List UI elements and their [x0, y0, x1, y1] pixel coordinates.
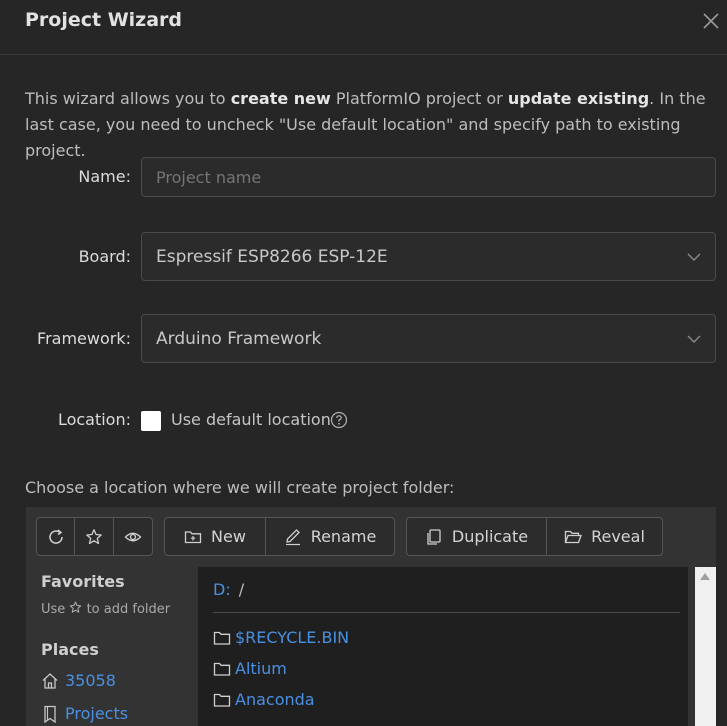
- framework-value: Arduino Framework: [156, 328, 322, 349]
- scrollbar[interactable]: [695, 567, 716, 726]
- duplicate-button[interactable]: Duplicate: [407, 518, 547, 555]
- breadcrumb-drive[interactable]: D:: [213, 580, 231, 599]
- scroll-up-arrow-icon[interactable]: [700, 573, 710, 580]
- bookmark-icon: [44, 705, 56, 723]
- refresh-button[interactable]: [37, 518, 75, 555]
- dialog-header: Project Wizard: [0, 0, 727, 55]
- eye-icon: [124, 532, 142, 541]
- description-text-1: This wizard allows you to: [25, 89, 231, 108]
- dialog-title: Project Wizard: [25, 9, 183, 31]
- place-label: 35058: [65, 671, 116, 690]
- name-input[interactable]: [156, 167, 715, 187]
- list-item[interactable]: Altium: [213, 659, 287, 678]
- name-label: Name:: [78, 167, 131, 186]
- description-bold-2: update existing: [507, 89, 650, 108]
- help-icon[interactable]: [330, 411, 348, 429]
- home-icon: [42, 672, 58, 689]
- file-list: D: / $RECYCLE.BIN Altium Anaconda: [198, 567, 688, 726]
- view-button-group: [36, 517, 153, 556]
- open-folder-icon: [564, 530, 583, 543]
- refresh-icon: [48, 528, 63, 544]
- framework-select[interactable]: Arduino Framework: [141, 314, 716, 363]
- duplicate-icon: [427, 528, 441, 545]
- default-location-label[interactable]: Use default location: [171, 410, 331, 429]
- place-label: Projects: [65, 704, 129, 723]
- favorites-hint: Use to add folder: [41, 601, 171, 617]
- new-folder-button[interactable]: New: [165, 518, 266, 555]
- default-location-checkbox[interactable]: [141, 411, 161, 431]
- description-bold-1: create new: [230, 89, 331, 108]
- pencil-icon: [285, 528, 300, 545]
- board-value: Espressif ESP8266 ESP-12E: [156, 246, 388, 267]
- chevron-down-icon: [687, 253, 701, 261]
- breadcrumb-separator: /: [238, 580, 245, 599]
- edit-button-group: New Rename: [164, 517, 395, 556]
- place-item-home[interactable]: 35058: [41, 671, 116, 690]
- board-select[interactable]: Espressif ESP8266 ESP-12E: [141, 232, 716, 281]
- folder-icon: [213, 662, 231, 676]
- folder-icon: [213, 631, 231, 645]
- location-label: Location:: [57, 410, 131, 429]
- favorite-button[interactable]: [75, 518, 114, 555]
- list-item[interactable]: $RECYCLE.BIN: [213, 628, 349, 647]
- name-field-wrapper: [141, 157, 716, 197]
- place-item-projects[interactable]: Projects: [41, 704, 128, 723]
- duplicate-label: Duplicate: [451, 527, 529, 546]
- file-action-button-group: Duplicate Reveal: [406, 517, 663, 556]
- browser-sidebar: Favorites Use to add folder Places 35058…: [26, 567, 198, 726]
- close-icon[interactable]: [700, 10, 722, 32]
- new-folder-icon: [184, 530, 202, 543]
- choose-location-text: Choose a location where we will create p…: [25, 478, 455, 497]
- star-icon: [86, 528, 102, 544]
- list-item[interactable]: Anaconda: [213, 690, 315, 709]
- folder-name: Anaconda: [235, 690, 315, 709]
- new-label: New: [211, 527, 246, 546]
- folder-name: $RECYCLE.BIN: [235, 628, 350, 647]
- favorites-title: Favorites: [41, 572, 125, 591]
- folder-icon: [213, 693, 231, 707]
- reveal-label: Reveal: [591, 527, 645, 546]
- rename-label: Rename: [310, 527, 377, 546]
- rename-button[interactable]: Rename: [266, 518, 394, 555]
- star-icon: [70, 601, 82, 613]
- file-browser: New Rename Duplicate Reveal Favorites Us…: [26, 507, 716, 726]
- show-hidden-button[interactable]: [114, 518, 152, 555]
- framework-label: Framework:: [37, 329, 131, 348]
- folder-name: Altium: [235, 659, 287, 678]
- breadcrumb: D: /: [213, 580, 244, 599]
- wizard-description: This wizard allows you to create new Pla…: [25, 86, 715, 164]
- reveal-button[interactable]: Reveal: [547, 518, 662, 555]
- board-label: Board:: [78, 247, 131, 266]
- divider: [213, 612, 680, 613]
- places-title: Places: [41, 640, 99, 659]
- description-text-2: PlatformIO project or: [330, 89, 508, 108]
- chevron-down-icon: [687, 335, 701, 343]
